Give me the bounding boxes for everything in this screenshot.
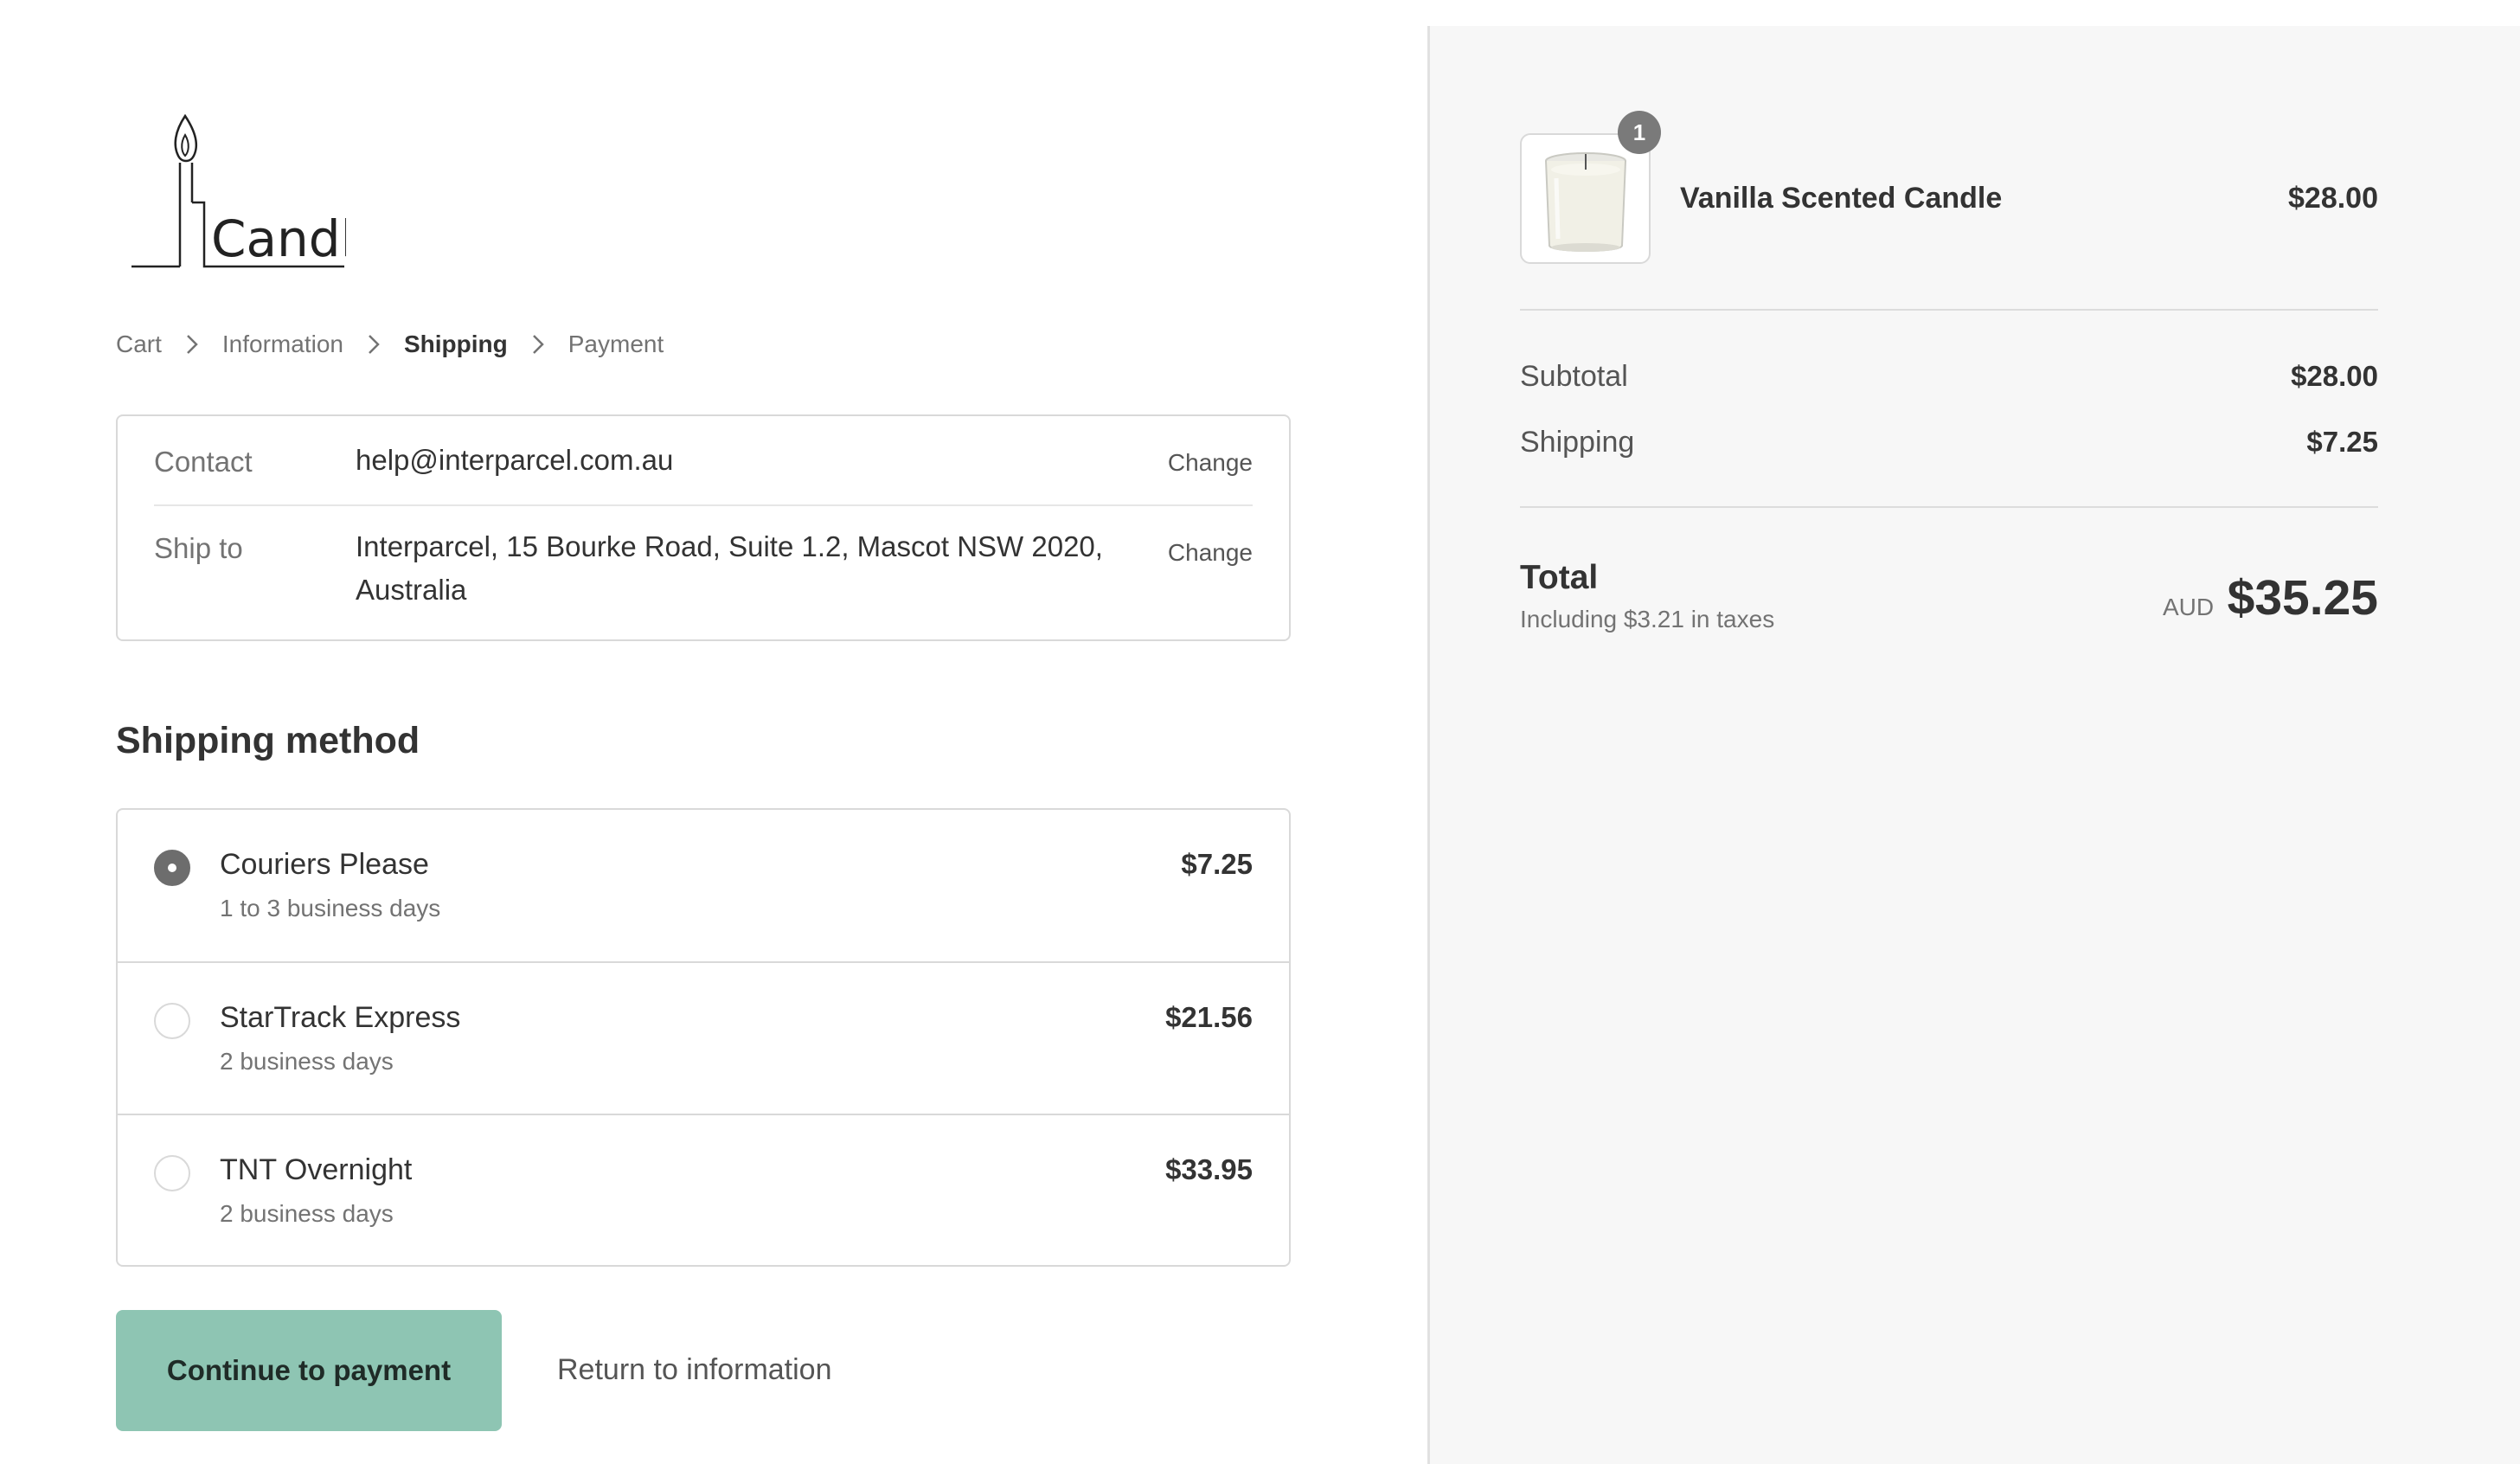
- shipping-option-price: $33.95: [1165, 1153, 1253, 1185]
- subtotal-value: $28.00: [2291, 360, 2378, 392]
- shipping-option-price: $7.25: [1181, 848, 1253, 880]
- total-label: Total: [1520, 559, 1599, 596]
- summary-divider: [1520, 506, 2378, 508]
- shipping-value: $7.25: [2306, 426, 2378, 458]
- product-price: $28.00: [2288, 182, 2378, 215]
- breadcrumb-information[interactable]: Information: [222, 331, 343, 358]
- ship-to-value: Interparcel, 15 Bourke Road, Suite 1.2, …: [356, 530, 1103, 606]
- review-contact-row: Contact help@interparcel.com.au Change: [154, 416, 1253, 506]
- continue-to-payment-button[interactable]: Continue to payment: [116, 1310, 502, 1431]
- breadcrumb-shipping: Shipping: [403, 331, 508, 357]
- checkout-main: Candles Cart Information Shipping Paymen…: [0, 0, 1427, 1464]
- shipping-label: Shipping: [1520, 426, 1635, 459]
- chevron-right-icon: [529, 327, 548, 362]
- contact-label: Contact: [154, 446, 253, 478]
- currency-code: AUD: [2163, 594, 2215, 620]
- shipping-option-name: Couriers Please: [220, 848, 429, 881]
- shipping-option-startrack-express[interactable]: StarTrack Express 2 business days $21.56: [118, 961, 1289, 1113]
- breadcrumb-cart[interactable]: Cart: [116, 331, 162, 358]
- candle-jar-icon: [1545, 152, 1626, 252]
- svg-text:Candles: Candles: [211, 209, 346, 268]
- total-value: $35.25: [2227, 570, 2378, 626]
- candle-logo-icon: Candles: [131, 113, 412, 268]
- contact-value: help@interparcel.com.au: [356, 444, 674, 476]
- quantity-badge: 1: [1618, 111, 1661, 154]
- shipping-option-couriers-please[interactable]: Couriers Please 1 to 3 business days $7.…: [118, 810, 1289, 961]
- summary-divider: [1520, 309, 2378, 311]
- shipping-option-eta: 2 business days: [220, 1200, 394, 1227]
- shipping-option-name: TNT Overnight: [220, 1153, 413, 1186]
- shipping-method-title: Shipping method: [116, 720, 420, 761]
- return-to-information-link[interactable]: Return to information: [557, 1353, 832, 1387]
- shipping-option-price: $21.56: [1165, 1001, 1253, 1033]
- product-thumbnail: [1520, 133, 1651, 264]
- change-ship-to-link[interactable]: Change: [1168, 539, 1253, 567]
- shipping-option-tnt-overnight[interactable]: TNT Overnight 2 business days $33.95: [118, 1114, 1289, 1265]
- shipping-option-name: StarTrack Express: [220, 1001, 461, 1034]
- chevron-right-icon: [364, 327, 383, 362]
- review-ship-to-row: Ship to Interparcel, 15 Bourke Road, Sui…: [154, 506, 1253, 641]
- breadcrumb-payment: Payment: [567, 331, 664, 357]
- shipping-option-radio[interactable]: [154, 850, 190, 886]
- shipping-option-radio[interactable]: [154, 1003, 190, 1039]
- shipping-option-eta: 1 to 3 business days: [220, 895, 441, 921]
- review-block: Contact help@interparcel.com.au Change S…: [116, 414, 1291, 641]
- change-contact-link[interactable]: Change: [1168, 449, 1253, 477]
- shipping-option-radio[interactable]: [154, 1155, 190, 1191]
- breadcrumb: Cart Information Shipping Payment: [116, 327, 664, 362]
- chevron-right-icon: [183, 327, 202, 362]
- shipping-option-eta: 2 business days: [220, 1048, 394, 1075]
- shipping-method-list: Couriers Please 1 to 3 business days $7.…: [116, 808, 1291, 1267]
- product-name: Vanilla Scented Candle: [1680, 182, 2003, 215]
- tax-note: Including $3.21 in taxes: [1520, 606, 1775, 632]
- store-logo[interactable]: Candles: [130, 112, 412, 268]
- subtotal-label: Subtotal: [1520, 360, 1628, 393]
- ship-to-label: Ship to: [154, 532, 243, 564]
